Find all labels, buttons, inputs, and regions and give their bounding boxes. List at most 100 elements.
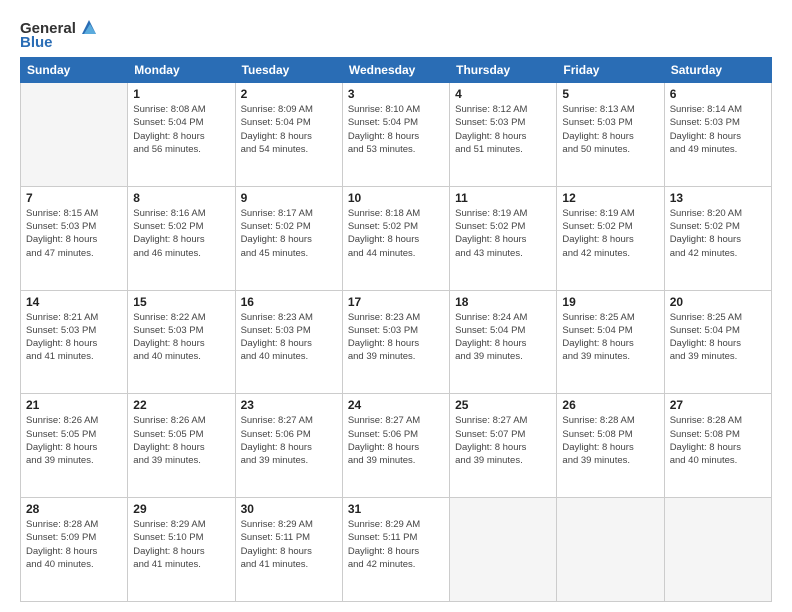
- day-number: 7: [26, 191, 122, 205]
- day-detail: Sunrise: 8:09 AM Sunset: 5:04 PM Dayligh…: [241, 103, 337, 156]
- calendar-cell: 26Sunrise: 8:28 AM Sunset: 5:08 PM Dayli…: [557, 394, 664, 498]
- day-number: 9: [241, 191, 337, 205]
- calendar-week-row: 7 Sunrise: 8:15 AM Sunset: 5:03 PM Daylig…: [21, 186, 772, 290]
- calendar-cell: [450, 498, 557, 602]
- calendar-cell: 23Sunrise: 8:27 AM Sunset: 5:06 PM Dayli…: [235, 394, 342, 498]
- calendar-cell: 1 Sunrise: 8:08 AM Sunset: 5:04 PM Daylig…: [128, 83, 235, 187]
- day-number: 13: [670, 191, 766, 205]
- calendar-week-row: 1 Sunrise: 8:08 AM Sunset: 5:04 PM Daylig…: [21, 83, 772, 187]
- calendar-cell: 3 Sunrise: 8:10 AM Sunset: 5:04 PM Daylig…: [342, 83, 449, 187]
- calendar-cell: 19 Sunrise: 8:25 AM Sunset: 5:04 PM Dayli…: [557, 290, 664, 394]
- calendar-cell: 17 Sunrise: 8:23 AM Sunset: 5:03 PM Dayli…: [342, 290, 449, 394]
- calendar-cell: 6 Sunrise: 8:14 AM Sunset: 5:03 PM Daylig…: [664, 83, 771, 187]
- day-number: 10: [348, 191, 444, 205]
- calendar-cell: 4Sunrise: 8:12 AM Sunset: 5:03 PM Daylig…: [450, 83, 557, 187]
- calendar-cell: 5Sunrise: 8:13 AM Sunset: 5:03 PM Daylig…: [557, 83, 664, 187]
- calendar-cell: 18 Sunrise: 8:24 AM Sunset: 5:04 PM Dayli…: [450, 290, 557, 394]
- calendar-cell: [21, 83, 128, 187]
- day-detail: Sunrise: 8:19 AM Sunset: 5:02 PM Dayligh…: [562, 207, 658, 260]
- day-detail: Sunrise: 8:27 AM Sunset: 5:06 PM Dayligh…: [348, 414, 444, 467]
- day-number: 6: [670, 87, 766, 101]
- day-detail: Sunrise: 8:22 AM Sunset: 5:03 PM Dayligh…: [133, 311, 229, 364]
- calendar-cell: 14 Sunrise: 8:21 AM Sunset: 5:03 PM Dayli…: [21, 290, 128, 394]
- column-header-sunday: Sunday: [21, 58, 128, 83]
- day-detail: Sunrise: 8:26 AM Sunset: 5:05 PM Dayligh…: [26, 414, 122, 467]
- day-number: 31: [348, 502, 444, 516]
- calendar-cell: 8 Sunrise: 8:16 AM Sunset: 5:02 PM Daylig…: [128, 186, 235, 290]
- day-number: 12: [562, 191, 658, 205]
- day-detail: Sunrise: 8:29 AM Sunset: 5:11 PM Dayligh…: [241, 518, 337, 571]
- column-header-monday: Monday: [128, 58, 235, 83]
- day-detail: Sunrise: 8:29 AM Sunset: 5:10 PM Dayligh…: [133, 518, 229, 571]
- calendar-cell: 27 Sunrise: 8:28 AM Sunset: 5:08 PM Dayli…: [664, 394, 771, 498]
- calendar-cell: 21 Sunrise: 8:26 AM Sunset: 5:05 PM Dayli…: [21, 394, 128, 498]
- calendar-cell: 7 Sunrise: 8:15 AM Sunset: 5:03 PM Daylig…: [21, 186, 128, 290]
- header: General Blue: [20, 18, 772, 51]
- logo-icon: [78, 16, 100, 38]
- day-detail: Sunrise: 8:17 AM Sunset: 5:02 PM Dayligh…: [241, 207, 337, 260]
- day-detail: Sunrise: 8:14 AM Sunset: 5:03 PM Dayligh…: [670, 103, 766, 156]
- calendar-cell: 10Sunrise: 8:18 AM Sunset: 5:02 PM Dayli…: [342, 186, 449, 290]
- day-number: 14: [26, 295, 122, 309]
- column-header-thursday: Thursday: [450, 58, 557, 83]
- day-number: 20: [670, 295, 766, 309]
- calendar-page: General Blue SundayMondayTuesdayWednesda…: [0, 0, 792, 612]
- calendar-week-row: 21 Sunrise: 8:26 AM Sunset: 5:05 PM Dayli…: [21, 394, 772, 498]
- calendar-cell: 30 Sunrise: 8:29 AM Sunset: 5:11 PM Dayli…: [235, 498, 342, 602]
- day-number: 15: [133, 295, 229, 309]
- calendar-cell: 20 Sunrise: 8:25 AM Sunset: 5:04 PM Dayli…: [664, 290, 771, 394]
- day-detail: Sunrise: 8:24 AM Sunset: 5:04 PM Dayligh…: [455, 311, 551, 364]
- day-detail: Sunrise: 8:12 AM Sunset: 5:03 PM Dayligh…: [455, 103, 551, 156]
- calendar-cell: 16 Sunrise: 8:23 AM Sunset: 5:03 PM Dayli…: [235, 290, 342, 394]
- calendar-cell: 9 Sunrise: 8:17 AM Sunset: 5:02 PM Daylig…: [235, 186, 342, 290]
- day-detail: Sunrise: 8:25 AM Sunset: 5:04 PM Dayligh…: [670, 311, 766, 364]
- day-detail: Sunrise: 8:28 AM Sunset: 5:08 PM Dayligh…: [670, 414, 766, 467]
- column-header-friday: Friday: [557, 58, 664, 83]
- day-number: 28: [26, 502, 122, 516]
- day-number: 22: [133, 398, 229, 412]
- day-detail: Sunrise: 8:10 AM Sunset: 5:04 PM Dayligh…: [348, 103, 444, 156]
- day-detail: Sunrise: 8:23 AM Sunset: 5:03 PM Dayligh…: [241, 311, 337, 364]
- calendar-table: SundayMondayTuesdayWednesdayThursdayFrid…: [20, 57, 772, 602]
- column-header-wednesday: Wednesday: [342, 58, 449, 83]
- day-number: 1: [133, 87, 229, 101]
- calendar-week-row: 28 Sunrise: 8:28 AM Sunset: 5:09 PM Dayli…: [21, 498, 772, 602]
- day-detail: Sunrise: 8:27 AM Sunset: 5:07 PM Dayligh…: [455, 414, 551, 467]
- day-detail: Sunrise: 8:16 AM Sunset: 5:02 PM Dayligh…: [133, 207, 229, 260]
- calendar-week-row: 14 Sunrise: 8:21 AM Sunset: 5:03 PM Dayli…: [21, 290, 772, 394]
- day-number: 5: [562, 87, 658, 101]
- day-number: 24: [348, 398, 444, 412]
- day-number: 3: [348, 87, 444, 101]
- day-number: 29: [133, 502, 229, 516]
- calendar-cell: 11 Sunrise: 8:19 AM Sunset: 5:02 PM Dayli…: [450, 186, 557, 290]
- logo-blue: Blue: [20, 34, 53, 51]
- day-detail: Sunrise: 8:23 AM Sunset: 5:03 PM Dayligh…: [348, 311, 444, 364]
- day-detail: Sunrise: 8:25 AM Sunset: 5:04 PM Dayligh…: [562, 311, 658, 364]
- day-detail: Sunrise: 8:19 AM Sunset: 5:02 PM Dayligh…: [455, 207, 551, 260]
- calendar-header-row: SundayMondayTuesdayWednesdayThursdayFrid…: [21, 58, 772, 83]
- calendar-cell: 28 Sunrise: 8:28 AM Sunset: 5:09 PM Dayli…: [21, 498, 128, 602]
- day-detail: Sunrise: 8:15 AM Sunset: 5:03 PM Dayligh…: [26, 207, 122, 260]
- calendar-cell: 13Sunrise: 8:20 AM Sunset: 5:02 PM Dayli…: [664, 186, 771, 290]
- calendar-cell: 2Sunrise: 8:09 AM Sunset: 5:04 PM Daylig…: [235, 83, 342, 187]
- day-number: 18: [455, 295, 551, 309]
- day-number: 17: [348, 295, 444, 309]
- day-detail: Sunrise: 8:08 AM Sunset: 5:04 PM Dayligh…: [133, 103, 229, 156]
- day-number: 19: [562, 295, 658, 309]
- day-number: 27: [670, 398, 766, 412]
- day-number: 16: [241, 295, 337, 309]
- calendar-cell: 24 Sunrise: 8:27 AM Sunset: 5:06 PM Dayli…: [342, 394, 449, 498]
- day-number: 21: [26, 398, 122, 412]
- logo: General Blue: [20, 18, 100, 51]
- calendar-cell: 31Sunrise: 8:29 AM Sunset: 5:11 PM Dayli…: [342, 498, 449, 602]
- day-number: 11: [455, 191, 551, 205]
- day-number: 26: [562, 398, 658, 412]
- day-number: 8: [133, 191, 229, 205]
- calendar-cell: 25Sunrise: 8:27 AM Sunset: 5:07 PM Dayli…: [450, 394, 557, 498]
- day-detail: Sunrise: 8:28 AM Sunset: 5:09 PM Dayligh…: [26, 518, 122, 571]
- calendar-cell: [557, 498, 664, 602]
- day-number: 30: [241, 502, 337, 516]
- column-header-tuesday: Tuesday: [235, 58, 342, 83]
- calendar-cell: 22Sunrise: 8:26 AM Sunset: 5:05 PM Dayli…: [128, 394, 235, 498]
- day-detail: Sunrise: 8:21 AM Sunset: 5:03 PM Dayligh…: [26, 311, 122, 364]
